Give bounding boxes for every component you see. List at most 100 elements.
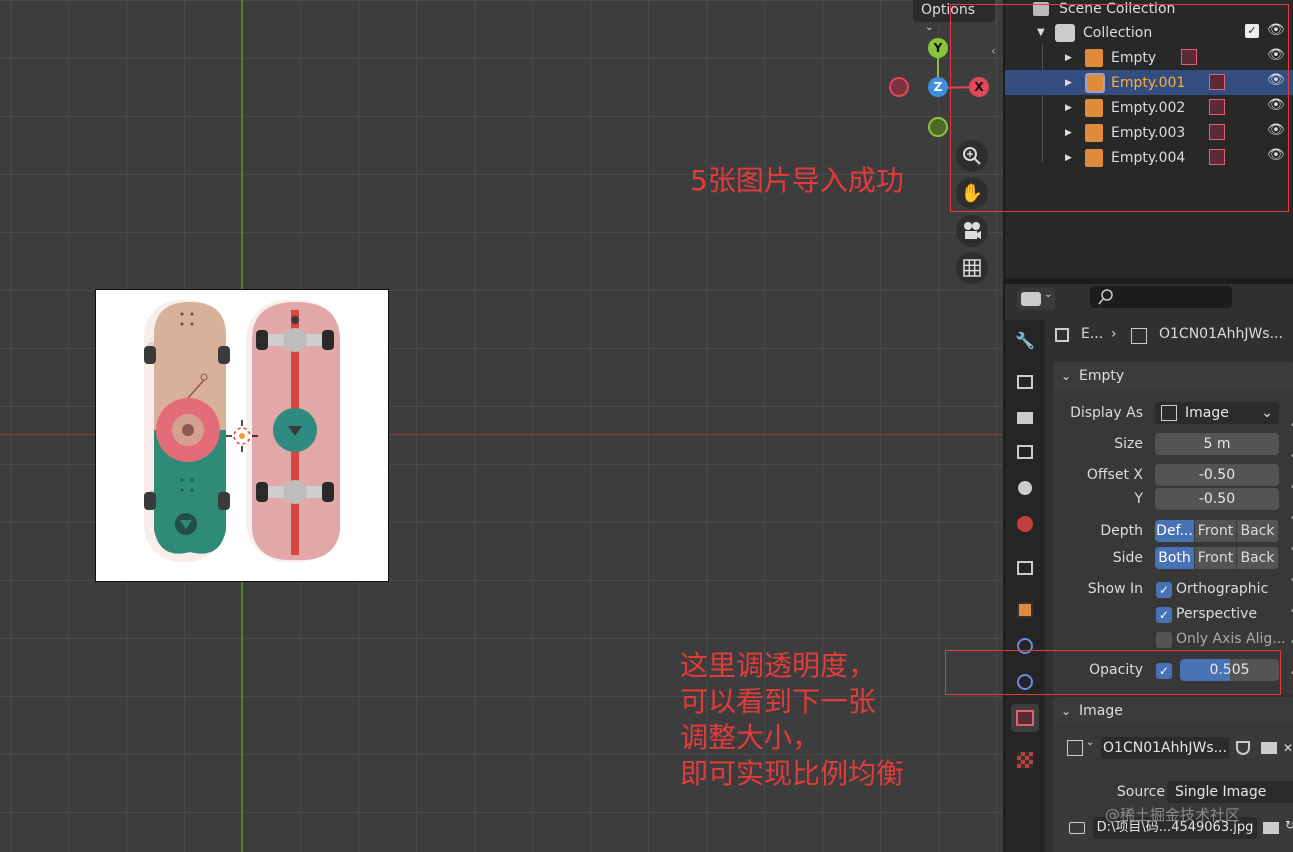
depth-selector[interactable]: Def... Front Back (1155, 520, 1279, 542)
object-icon (1017, 602, 1033, 618)
only-axis-aligned-label: Only Axis Alig... (1176, 631, 1286, 647)
camera-view-button[interactable] (956, 215, 988, 247)
3d-cursor-icon (226, 420, 258, 452)
tab-output[interactable] (1011, 404, 1039, 432)
properties-search-input[interactable] (1090, 286, 1232, 308)
depth-option-back[interactable]: Back (1237, 520, 1279, 542)
breadcrumb: E... › O1CN01AhhJWs... (1055, 326, 1293, 346)
chevron-down-icon: ⌄ (1061, 369, 1072, 383)
depth-option-default[interactable]: Def... (1155, 520, 1195, 542)
collection-box-icon (1017, 561, 1033, 575)
editor-type-button[interactable]: ⌄ (1017, 288, 1055, 310)
depth-option-front[interactable]: Front (1195, 520, 1237, 542)
tab-render[interactable] (1011, 368, 1039, 396)
reload-button[interactable]: ↻ (1285, 817, 1293, 839)
annotation-box-opacity (945, 650, 1281, 695)
wrench-icon: 🔧 (1015, 330, 1035, 350)
image-browse-button[interactable]: ⌄ (1063, 737, 1099, 759)
gizmo-z-axis[interactable]: Z (928, 77, 948, 97)
orthographic-label: Orthographic (1176, 581, 1269, 597)
annotation-box-outliner (950, 4, 1289, 212)
grid-icon (963, 259, 981, 277)
side-label: Side (1112, 550, 1143, 566)
properties-editor-icon (1021, 292, 1041, 306)
perspective-label: Perspective (1176, 606, 1258, 622)
source-label: Source (1116, 784, 1165, 800)
side-option-front[interactable]: Front (1195, 547, 1237, 569)
gizmo-neg-y-axis[interactable] (928, 117, 948, 137)
size-label: Size (1114, 436, 1143, 452)
close-icon: ✕ (1283, 741, 1293, 755)
image-panel-header[interactable]: ⌄ Image (1053, 697, 1293, 725)
breadcrumb-data: O1CN01AhhJWs... (1159, 326, 1283, 342)
3d-viewport[interactable]: Options ⌄ Y Z X ✋ 5张图片导入成功 这里调透明度， 可以看到下… (0, 0, 1003, 852)
tab-object-data[interactable] (1011, 704, 1039, 732)
folder-icon (1261, 742, 1277, 754)
properties-tabs: 🔧 (1005, 320, 1045, 852)
annotation-opacity-note: 这里调透明度， 可以看到下一张 调整大小， 即可实现比例均衡 (680, 648, 904, 792)
image-icon (1067, 740, 1083, 756)
annotation-line: 这里调透明度， (680, 649, 877, 682)
checkmark-icon: ✓ (1158, 608, 1170, 622)
printer-icon (1017, 412, 1033, 424)
folder-icon (1263, 822, 1279, 834)
ortho-toggle-button[interactable] (956, 252, 988, 284)
search-icon (1098, 289, 1113, 305)
only-axis-aligned-checkbox[interactable] (1156, 632, 1172, 648)
side-option-back[interactable]: Back (1237, 547, 1279, 569)
image-name-field[interactable]: O1CN01AhhJWs... (1101, 737, 1229, 759)
display-as-value: Image (1185, 405, 1229, 421)
offset-y-label: Y (1134, 491, 1143, 507)
unlink-image-button[interactable]: ✕ (1283, 737, 1293, 759)
chevron-down-icon: ⌄ (1061, 704, 1072, 718)
chevron-down-icon: ⌄ (1261, 405, 1273, 421)
chevron-down-icon: ⌄ (1086, 737, 1095, 748)
tab-collection[interactable] (1011, 554, 1039, 582)
checkmark-icon: ✓ (1158, 583, 1170, 597)
annotation-import-success: 5张图片导入成功 (690, 164, 904, 197)
tab-view-layer[interactable] (1011, 438, 1039, 466)
image-stack-icon (1017, 445, 1033, 459)
fake-user-button[interactable] (1231, 737, 1255, 759)
camera-icon (964, 222, 981, 239)
display-as-label: Display As (1070, 405, 1143, 421)
scene-icon (1018, 481, 1032, 495)
image-data-icon (1131, 328, 1147, 344)
browse-file-button[interactable] (1259, 817, 1283, 839)
open-image-button[interactable] (1257, 737, 1281, 759)
image-packed-button[interactable] (1063, 817, 1091, 839)
gizmo-y-axis[interactable]: Y (928, 38, 948, 58)
orthographic-checkbox[interactable]: ✓ (1156, 582, 1172, 598)
empty-panel-header[interactable]: ⌄ Empty (1053, 362, 1293, 390)
display-as-dropdown[interactable]: Image ⌄ (1155, 402, 1279, 424)
tab-tool[interactable]: 🔧 (1011, 326, 1039, 354)
image-data-icon (1016, 710, 1034, 726)
properties-editor[interactable]: ⌄ 🔧 E... › O1CN01AhhJWs... ⌄ Empty Displ… (1003, 284, 1293, 852)
gizmo-neg-x-axis[interactable] (889, 77, 909, 97)
tab-texture[interactable] (1011, 746, 1039, 774)
tab-scene[interactable] (1011, 474, 1039, 502)
shield-icon (1236, 741, 1250, 755)
tab-world[interactable] (1011, 510, 1039, 538)
side-option-both[interactable]: Both (1155, 547, 1195, 569)
depth-label: Depth (1100, 523, 1143, 539)
perspective-checkbox[interactable]: ✓ (1156, 607, 1172, 623)
empty-object-icon (1055, 328, 1069, 342)
image-panel-title: Image (1079, 703, 1123, 719)
size-field[interactable]: 5 m (1155, 433, 1279, 455)
chevron-right-icon: › (1111, 326, 1117, 342)
offset-y-field[interactable]: -0.50 (1155, 488, 1279, 510)
show-in-label: Show In (1087, 581, 1143, 597)
world-icon (1017, 516, 1033, 532)
offset-x-label: Offset X (1086, 467, 1143, 483)
image-icon (1161, 405, 1177, 421)
side-selector[interactable]: Both Front Back (1155, 547, 1279, 569)
render-icon (1017, 375, 1033, 389)
source-dropdown[interactable]: Single Image (1167, 781, 1293, 803)
source-value: Single Image (1175, 784, 1267, 800)
reload-icon: ↻ (1285, 818, 1293, 832)
chevron-down-icon: ⌄ (1044, 289, 1053, 300)
annotation-line: 即可实现比例均衡 (680, 757, 905, 790)
offset-x-field[interactable]: -0.50 (1155, 464, 1279, 486)
tab-object[interactable] (1011, 596, 1039, 624)
